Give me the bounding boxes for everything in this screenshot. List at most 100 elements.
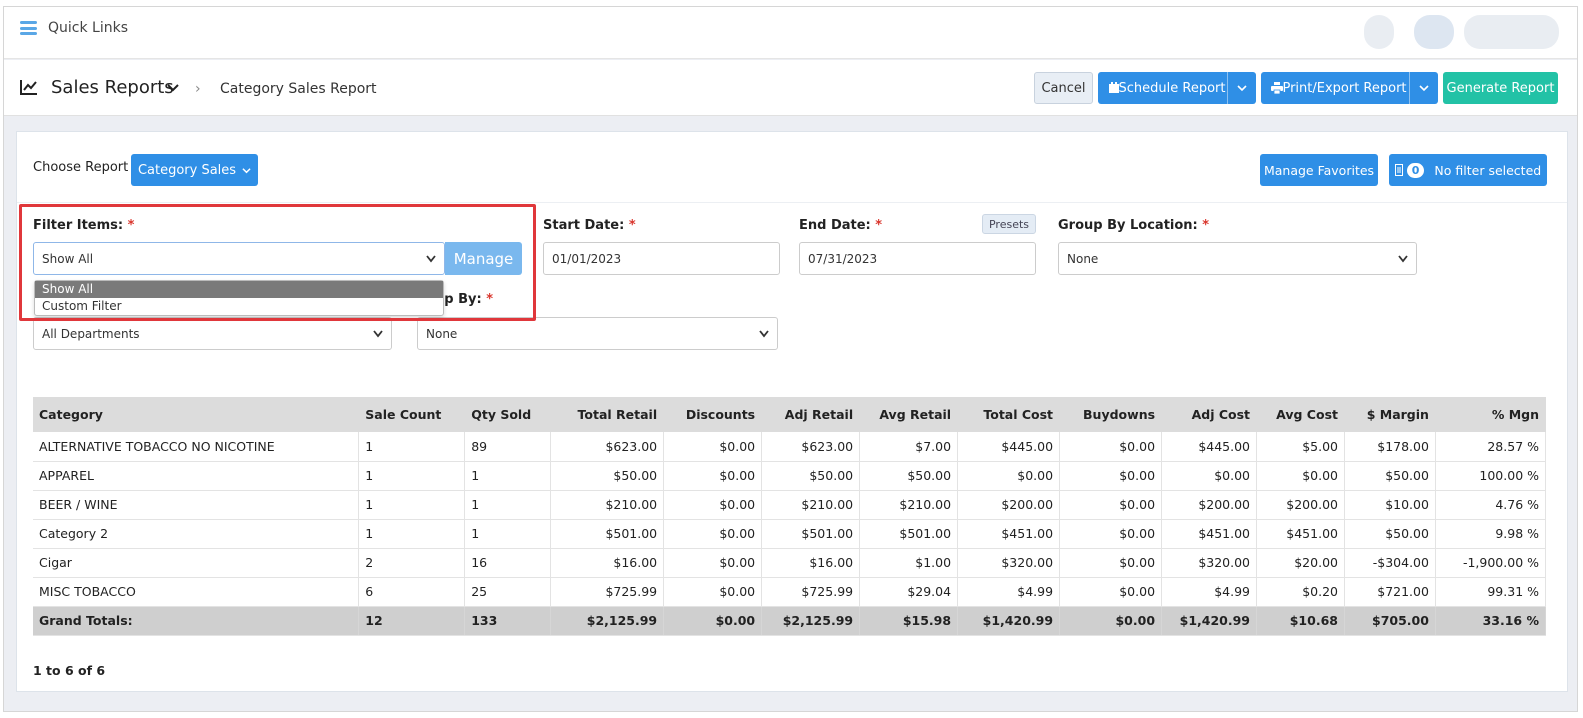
table-cell: 9.98 % bbox=[1435, 519, 1547, 549]
column-header[interactable]: Qty Sold bbox=[464, 397, 552, 432]
column-header[interactable]: Adj Cost bbox=[1161, 397, 1258, 432]
grand-totals-row: Grand Totals: 12 133 $2,125.99 $0.00 $2,125.9… bbox=[33, 606, 1547, 636]
table-row: MISC TOBACCO 6 25 $725.99 $0.00 $725.99 $29.04… bbox=[33, 577, 1547, 607]
group-by-location-label: Group By Location: * bbox=[1058, 218, 1210, 233]
table-cell: $15.98 bbox=[859, 606, 959, 636]
schedule-report-label: Schedule Report bbox=[1118, 80, 1226, 96]
table-cell: $0.00 bbox=[663, 606, 763, 636]
table-cell: $623.00 bbox=[550, 432, 665, 462]
table-cell: 1 bbox=[358, 490, 466, 520]
filter-status-button[interactable]: 0 No filter selected bbox=[1389, 154, 1547, 186]
table-cell: $0.00 bbox=[1059, 577, 1163, 607]
end-date-input[interactable]: 07/31/2023 bbox=[799, 242, 1036, 275]
start-date-input[interactable]: 01/01/2023 bbox=[543, 242, 780, 275]
table-cell: $0.00 bbox=[1059, 490, 1163, 520]
table-cell: $725.99 bbox=[761, 577, 861, 607]
chevron-down-icon bbox=[373, 330, 383, 338]
table-cell: $210.00 bbox=[859, 490, 959, 520]
table-cell: 100.00 % bbox=[1435, 461, 1547, 491]
table-cell: 4.76 % bbox=[1435, 490, 1547, 520]
quick-links-bar: Quick Links bbox=[4, 7, 1577, 59]
calendar-icon bbox=[1109, 82, 1119, 93]
table-cell: $0.00 bbox=[1256, 461, 1345, 491]
page-title: Sales Reports bbox=[51, 77, 174, 98]
table-header-row: Category Sale Count Qty Sold Total Retai… bbox=[33, 397, 1547, 432]
table-cell: $4.99 bbox=[957, 577, 1061, 607]
table-cell: Grand Totals: bbox=[33, 606, 360, 636]
print-export-label: Print/Export Report bbox=[1282, 80, 1407, 96]
table-row: ALTERNATIVE TOBACCO NO NICOTINE 1 89 $623.0… bbox=[33, 432, 1547, 462]
table-cell: APPAREL bbox=[33, 461, 360, 491]
table-cell: $29.04 bbox=[859, 577, 959, 607]
table-cell: $2,125.99 bbox=[761, 606, 861, 636]
table-cell: ALTERNATIVE TOBACCO NO NICOTINE bbox=[33, 432, 360, 462]
column-header[interactable]: Category bbox=[33, 397, 360, 432]
chevron-down-icon[interactable] bbox=[1419, 83, 1429, 93]
report-select-button[interactable]: Category Sales bbox=[131, 154, 258, 186]
table-row: Cigar 2 16 $16.00 $0.00 $16.00 $1.00 $320.00 $0.… bbox=[33, 548, 1547, 578]
table-cell: $20.00 bbox=[1256, 548, 1345, 578]
column-header[interactable]: Sale Count bbox=[358, 397, 466, 432]
quick-links-label[interactable]: Quick Links bbox=[48, 20, 128, 36]
table-row: APPAREL 1 1 $50.00 $0.00 $50.00 $50.00 $0.00 $0.… bbox=[33, 461, 1547, 491]
table-cell: $16.00 bbox=[550, 548, 665, 578]
breadcrumb: Category Sales Report bbox=[220, 81, 377, 97]
table-cell: MISC TOBACCO bbox=[33, 577, 360, 607]
column-header[interactable]: Buydowns bbox=[1059, 397, 1163, 432]
column-header[interactable]: $ Margin bbox=[1344, 397, 1436, 432]
hamburger-menu-icon[interactable] bbox=[20, 21, 37, 35]
breadcrumb-separator-icon: › bbox=[195, 81, 201, 97]
page-header: Sales Reports › Category Sales Report Ca… bbox=[4, 60, 1577, 116]
department-select[interactable]: All Departments bbox=[33, 317, 392, 350]
table-cell: $705.00 bbox=[1344, 606, 1436, 636]
column-header[interactable]: Avg Cost bbox=[1256, 397, 1345, 432]
table-cell: Category 2 bbox=[33, 519, 360, 549]
end-date-label: End Date: * bbox=[799, 218, 883, 233]
report-select-label: Category Sales bbox=[137, 162, 237, 178]
table-cell: $0.00 bbox=[957, 461, 1061, 491]
blurred-avatar-icon[interactable] bbox=[1414, 15, 1454, 49]
divider bbox=[17, 202, 1567, 203]
report-table: Category Sale Count Qty Sold Total Retai… bbox=[33, 397, 1547, 636]
table-cell: $0.00 bbox=[663, 432, 763, 462]
no-filter-label: No filter selected bbox=[1434, 162, 1542, 178]
table-row: BEER / WINE 1 1 $210.00 $0.00 $210.00 $210.00 $… bbox=[33, 490, 1547, 520]
table-cell: $0.00 bbox=[1059, 548, 1163, 578]
table-cell: $16.00 bbox=[761, 548, 861, 578]
column-header[interactable]: Total Cost bbox=[957, 397, 1061, 432]
table-cell: $451.00 bbox=[1161, 519, 1258, 549]
presets-button[interactable]: Presets bbox=[982, 214, 1036, 234]
chevron-down-icon[interactable] bbox=[166, 81, 180, 95]
table-cell: $50.00 bbox=[859, 461, 959, 491]
manage-favorites-button[interactable]: Manage Favorites bbox=[1260, 154, 1378, 186]
table-cell: $0.20 bbox=[1256, 577, 1345, 607]
report-card: Choose Report Category Sales Manage Favo… bbox=[16, 131, 1568, 692]
cancel-button[interactable]: Cancel bbox=[1034, 72, 1093, 104]
chevron-down-icon bbox=[1398, 255, 1408, 263]
column-header[interactable]: Discounts bbox=[663, 397, 763, 432]
table-cell: 1 bbox=[464, 461, 552, 491]
table-cell: 28.57 % bbox=[1435, 432, 1547, 462]
blurred-notification-icon[interactable] bbox=[1364, 15, 1394, 49]
group-by-select[interactable]: None bbox=[417, 317, 778, 350]
table-cell: $200.00 bbox=[1161, 490, 1258, 520]
generate-report-button[interactable]: Generate Report bbox=[1443, 72, 1558, 104]
table-cell: $0.00 bbox=[1059, 432, 1163, 462]
table-cell: 16 bbox=[464, 548, 552, 578]
column-header[interactable]: Total Retail bbox=[550, 397, 665, 432]
table-cell: $0.00 bbox=[1161, 461, 1258, 491]
schedule-report-button[interactable]: Schedule Report bbox=[1098, 72, 1256, 104]
column-header[interactable]: Avg Retail bbox=[859, 397, 959, 432]
table-cell: $10.00 bbox=[1344, 490, 1436, 520]
blurred-user-menu[interactable] bbox=[1464, 15, 1559, 49]
table-cell: $320.00 bbox=[1161, 548, 1258, 578]
group-by-location-select[interactable]: None bbox=[1058, 242, 1417, 275]
column-header[interactable]: Adj Retail bbox=[761, 397, 861, 432]
column-header[interactable]: % Mgn bbox=[1435, 397, 1547, 432]
table-cell: -1,900.00 % bbox=[1435, 548, 1547, 578]
table-cell: BEER / WINE bbox=[33, 490, 360, 520]
table-row: Category 2 1 1 $501.00 $0.00 $501.00 $501.00 $4… bbox=[33, 519, 1547, 549]
document-icon bbox=[1394, 164, 1403, 176]
print-export-button[interactable]: Print/Export Report bbox=[1261, 72, 1438, 104]
chevron-down-icon[interactable] bbox=[1237, 83, 1247, 93]
